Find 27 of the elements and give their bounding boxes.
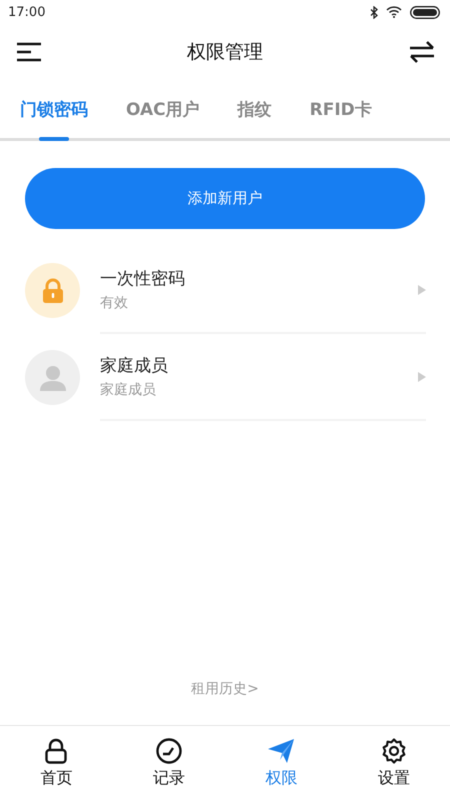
- bluetooth-icon: [370, 6, 378, 18]
- user-name: 一次性密码: [100, 268, 186, 290]
- user-name: 家庭成员: [100, 355, 169, 377]
- tab[interactable]: OAC用户: [126, 80, 200, 138]
- battery-icon: [410, 6, 440, 18]
- clock-icon: [156, 738, 182, 764]
- user-status: 家庭成员: [100, 381, 157, 399]
- nav-tab[interactable]: 设置: [338, 726, 450, 800]
- switch-button[interactable]: [408, 41, 436, 63]
- tab[interactable]: 门锁密码: [20, 80, 88, 138]
- lock-icon: [44, 738, 68, 764]
- rental-history-link[interactable]: 租用历史>: [185, 679, 265, 699]
- person-icon: [38, 364, 66, 392]
- user-status: 有效: [100, 294, 129, 312]
- add-user-button[interactable]: 添加新用户: [25, 168, 425, 229]
- menu-button[interactable]: [16, 42, 42, 62]
- nav-tab[interactable]: 权限: [225, 726, 338, 800]
- tab[interactable]: RFID卡: [310, 80, 372, 138]
- settings-icon: [380, 738, 407, 764]
- status-time: 17:00: [8, 4, 46, 20]
- wifi-icon: [386, 6, 402, 18]
- tab[interactable]: 指纹: [238, 80, 272, 138]
- paper-plane-icon: [267, 738, 296, 764]
- page-title: 权限管理: [187, 40, 263, 65]
- nav-tab[interactable]: 记录: [112, 726, 225, 800]
- padlock-icon: [42, 278, 64, 304]
- nav-tab[interactable]: 首页: [0, 726, 112, 800]
